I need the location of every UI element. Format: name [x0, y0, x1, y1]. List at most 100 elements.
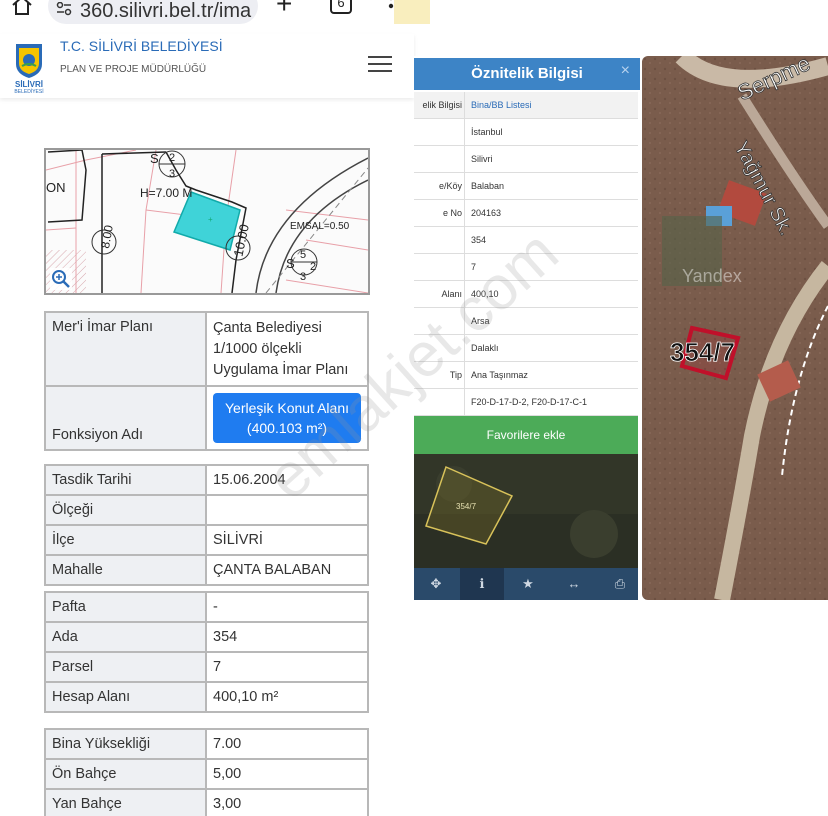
emsal-label: EMSAL=0.50: [290, 221, 350, 232]
zone-label-s5-mid: 2: [310, 261, 316, 273]
satellite-map-drawing: Serpme Yağmur Sk. 354/7 Yandex: [642, 56, 828, 600]
zoom-in-icon[interactable]: [50, 268, 72, 290]
highlight-mark: [394, 0, 430, 24]
zoning-map-thumbnail[interactable]: + S 2 3 H=7.00 M EMSAL=0.50 S 5 2 3 ON 8…: [44, 148, 370, 295]
district-key: İlçe: [44, 524, 207, 556]
svg-text:+: +: [208, 215, 213, 224]
attr-value: Dalaklı: [464, 335, 638, 362]
panel-toolbar: ✥ ℹ ★ ↔ ⎙: [414, 568, 638, 600]
attr-key: [414, 389, 464, 416]
height-label: H=7.00 M: [140, 186, 192, 200]
attribute-panel: Öznitelik Bilgisi × elik Bilgisi Bina/BB…: [414, 56, 640, 600]
plan-value: Çanta Belediyesi 1/1000 ölçekli Uygulama…: [205, 311, 369, 387]
attr-key: [414, 119, 464, 146]
function-value-cell: Yerleşik Konut Alanı (400.103 m²): [205, 385, 369, 451]
table-row: Ölçeği: [44, 494, 369, 526]
table-row: Mer'i İmar Planı Çanta Belediyesi 1/1000…: [44, 311, 369, 387]
map-provider-watermark: Yandex: [682, 266, 742, 286]
table-row: Parsel 7: [44, 651, 369, 683]
satellite-map[interactable]: Serpme Yağmur Sk. 354/7 Yandex: [642, 56, 828, 600]
attr-key: e/Köy: [438, 181, 462, 191]
attribute-row: e/Köy Balaban: [414, 173, 638, 200]
locate-icon[interactable]: ✥: [414, 568, 458, 600]
table-row: Yan Bahçe 3,00: [44, 788, 369, 816]
attr-value: Balaban: [464, 173, 638, 200]
table-row: Mahalle ÇANTA BALABAN: [44, 554, 369, 586]
attr-key: [414, 335, 464, 362]
attr-key: e No: [442, 208, 462, 218]
approval-date-key: Tasdik Tarihi: [44, 464, 207, 496]
attr-value: Ana Taşınmaz: [464, 362, 638, 389]
org-name[interactable]: T.C. SİLİVRİ BELEDİYESİ: [60, 38, 223, 54]
attr-key: [414, 227, 464, 254]
attribute-row: 7: [414, 254, 638, 281]
plan-info-table: Mer'i İmar Planı Çanta Belediyesi 1/1000…: [44, 311, 369, 451]
attribute-tabs: elik Bilgisi Bina/BB Listesi: [414, 92, 638, 119]
screenshot-root: 360.silivri.bel.tr/imarc + 6 SİLİVRİ BEL…: [0, 0, 828, 816]
attr-value: Silivri: [464, 146, 638, 173]
silivri-logo[interactable]: SİLİVRİ BELEDİYESİ: [6, 40, 52, 94]
sheet-value: -: [205, 591, 369, 623]
parcel-key: Parsel: [44, 651, 207, 683]
add-favorite-button[interactable]: Favorilere ekle: [414, 416, 638, 454]
mini-map-parcel-label: 354/7: [456, 502, 477, 511]
sheet-key: Pafta: [44, 591, 207, 623]
attr-value: Arsa: [464, 308, 638, 335]
table-row: Tasdik Tarihi 15.06.2004: [44, 464, 369, 496]
attr-key: [414, 254, 464, 281]
mini-map-drawing: 354/7: [414, 454, 638, 568]
address-bar[interactable]: 360.silivri.bel.tr/imarc: [48, 0, 258, 24]
zone-label-s5-s: S: [286, 256, 295, 271]
print-icon[interactable]: ⎙: [598, 568, 640, 600]
parcel-value: 7: [205, 651, 369, 683]
home-icon[interactable]: [10, 0, 34, 18]
front-yard-key: Ön Bahçe: [44, 758, 207, 790]
zone-label-s2-num: 2: [169, 152, 175, 164]
table-row: Pafta -: [44, 591, 369, 623]
table-row: Ön Bahçe 5,00: [44, 758, 369, 790]
attribute-row: Arsa: [414, 308, 638, 335]
table-row: Bina Yüksekliği 7.00: [44, 728, 369, 760]
zone-label-s5-num: 5: [300, 249, 306, 261]
tab-switcher-button[interactable]: 6: [330, 0, 352, 14]
department-name: PLAN VE PROJE MÜDÜRLÜĞÜ: [60, 64, 207, 75]
function-key: Fonksiyon Adı: [44, 385, 207, 451]
attr-key: Tip: [449, 370, 462, 380]
function-button[interactable]: Yerleşik Konut Alanı (400.103 m²): [213, 393, 361, 443]
star-icon[interactable]: ★: [506, 568, 550, 600]
attr-value: 204163: [464, 200, 638, 227]
attribute-row: F20-D-17-D-2, F20-D-17-C-1: [414, 389, 638, 416]
area-value: 400,10 m²: [205, 681, 369, 713]
neighborhood-value: ÇANTA BALABAN: [205, 554, 369, 586]
close-icon[interactable]: ×: [621, 56, 630, 86]
info-icon[interactable]: ℹ: [460, 568, 504, 600]
attr-value: 7: [464, 254, 638, 281]
area-key: Hesap Alanı: [44, 681, 207, 713]
building-info-table: Bina Yüksekliği 7.00 Ön Bahçe 5,00 Yan Bah…: [44, 728, 369, 816]
site-header: SİLİVRİ BELEDİYESİ T.C. SİLİVRİ BELEDİYE…: [0, 34, 414, 98]
attribute-row: Tip Ana Taşınmaz: [414, 362, 638, 389]
measure-icon[interactable]: ↔: [552, 568, 596, 600]
tab-building-list[interactable]: Bina/BB Listesi: [464, 92, 638, 119]
attribute-row: Silivri: [414, 146, 638, 173]
attr-value: 354: [464, 227, 638, 254]
parcel-mini-map[interactable]: 354/7: [414, 454, 638, 568]
table-row: Ada 354: [44, 621, 369, 653]
block-value: 354: [205, 621, 369, 653]
attr-key: [414, 308, 464, 335]
building-height-value: 7.00: [205, 728, 369, 760]
attribute-row: Alanı 400,10: [414, 281, 638, 308]
new-tab-button[interactable]: +: [276, 0, 292, 18]
map-edge-label: ON: [46, 180, 66, 195]
attribute-row: e No 204163: [414, 200, 638, 227]
zoning-map-drawing: + S 2 3 H=7.00 M EMSAL=0.50 S 5 2 3 ON 8…: [46, 150, 368, 293]
side-yard-key: Yan Bahçe: [44, 788, 207, 816]
url-text: 360.silivri.bel.tr/imarc: [80, 0, 252, 22]
attribute-panel-title: Öznitelik Bilgisi: [414, 58, 640, 90]
site-settings-icon[interactable]: [56, 2, 72, 16]
district-value: SİLİVRİ: [205, 524, 369, 556]
tab-attributes[interactable]: elik Bilgisi: [414, 92, 464, 119]
attr-value: 400,10: [464, 281, 638, 308]
zone-label-s5-floor: 3: [300, 271, 306, 283]
hamburger-menu-icon[interactable]: [368, 56, 392, 74]
